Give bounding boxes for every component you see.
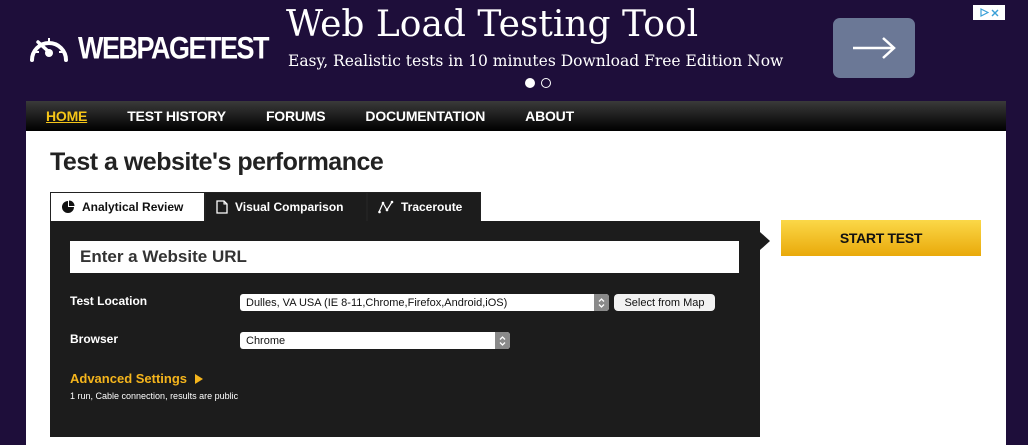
select-from-map-button[interactable]: Select from Map (614, 294, 715, 311)
test-settings-panel: Test Location Dulles, VA USA (IE 8-11,Ch… (50, 221, 760, 437)
tab-analytical-review[interactable]: Analytical Review (50, 192, 205, 221)
pie-chart-icon (62, 200, 75, 213)
content-area: Test a website's performance Analytical … (26, 131, 1006, 445)
arrow-right-icon (853, 37, 896, 59)
tab-traceroute[interactable]: Traceroute (367, 192, 481, 221)
advanced-settings-summary: 1 run, Cable connection, results are pub… (70, 391, 239, 401)
ad-dot-2[interactable] (541, 78, 551, 88)
test-location-select[interactable]: Dulles, VA USA (IE 8-11,Chrome,Firefox,A… (240, 294, 609, 311)
url-input[interactable] (70, 241, 739, 273)
advanced-settings-toggle[interactable]: Advanced Settings (70, 371, 204, 386)
nav-forums[interactable]: FORUMS (266, 108, 326, 124)
ad-dot-1[interactable] (525, 78, 535, 88)
start-test-button[interactable]: START TEST (781, 220, 981, 256)
tab-label: Visual Comparison (235, 200, 344, 214)
select-arrows-icon (495, 332, 510, 349)
adchoices-icon (979, 8, 989, 17)
speedometer-icon (30, 38, 68, 62)
nav-about[interactable]: ABOUT (525, 108, 574, 124)
page-title: Test a website's performance (50, 148, 384, 176)
logo[interactable]: WEBPAGETEST (26, 30, 270, 66)
browser-label: Browser (70, 332, 119, 346)
main-nav: HOME TEST HISTORY FORUMS DOCUMENTATION A… (26, 101, 1006, 131)
test-location-label: Test Location (70, 294, 148, 308)
ad-next-button[interactable] (833, 18, 915, 78)
nav-documentation[interactable]: DOCUMENTATION (365, 108, 485, 124)
test-location-value: Dulles, VA USA (IE 8-11,Chrome,Firefox,A… (246, 296, 508, 309)
traceroute-icon (378, 200, 394, 214)
triangle-right-icon (195, 373, 204, 384)
nav-home[interactable]: HOME (46, 108, 87, 124)
close-icon (991, 9, 998, 16)
tab-label: Traceroute (401, 200, 463, 214)
logo-text: WEBPAGETEST (78, 30, 270, 65)
document-icon (216, 200, 228, 214)
browser-select[interactable]: Chrome (240, 332, 510, 349)
ad-carousel-dots (525, 78, 551, 88)
select-arrows-icon (594, 294, 609, 311)
tab-label: Analytical Review (82, 200, 184, 214)
ad-subtitle[interactable]: Easy, Realistic tests in 10 minutes Down… (288, 52, 783, 70)
panel-pointer (760, 232, 770, 250)
adchoices-button[interactable] (973, 5, 1005, 20)
nav-test-history[interactable]: TEST HISTORY (127, 108, 226, 124)
test-tabs: Analytical Review Visual Comparison Trac… (50, 192, 481, 221)
browser-value: Chrome (246, 334, 286, 347)
tab-visual-comparison[interactable]: Visual Comparison (205, 192, 367, 221)
ad-title[interactable]: Web Load Testing Tool (286, 4, 698, 45)
ad-banner[interactable]: Web Load Testing Tool Easy, Realistic te… (286, 0, 986, 100)
advanced-settings-label: Advanced Settings (70, 371, 188, 386)
